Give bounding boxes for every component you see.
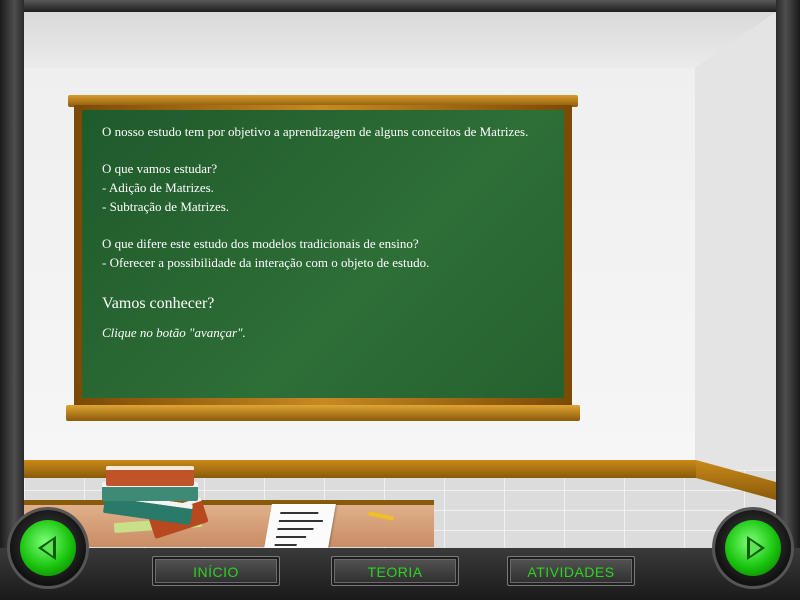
back-button[interactable] — [20, 520, 76, 576]
blackboard-chalk-tray — [66, 405, 580, 421]
question-study-topics: O que vamos estudar? — [102, 161, 218, 176]
forward-button[interactable] — [725, 520, 781, 576]
window-frame-top — [0, 0, 800, 12]
question-difference: O que difere este estudo dos modelos tra… — [102, 236, 419, 251]
topic-item: - Adição de Matrizes. — [102, 180, 214, 195]
intro-text: O nosso estudo tem por objetivo a aprend… — [102, 124, 529, 139]
forward-button-housing — [715, 510, 791, 586]
blackboard-text: O nosso estudo tem por objetivo a aprend… — [102, 122, 546, 342]
menu-label: TEORIA — [367, 564, 423, 580]
menu-label: INÍCIO — [193, 564, 239, 580]
window-frame-left — [0, 0, 24, 600]
side-wall — [695, 12, 776, 502]
menu-label: ATIVIDADES — [527, 564, 615, 580]
paper-sheet — [264, 504, 336, 548]
window-frame-right — [776, 0, 800, 600]
menu-button-inicio[interactable]: INÍCIO — [152, 556, 280, 586]
instruction-text: Clique no botão "avançar". — [102, 325, 246, 340]
arrow-right-icon — [747, 536, 765, 560]
classroom-scene: O nosso estudo tem por objetivo a aprend… — [0, 0, 800, 600]
menu-button-atividades[interactable]: ATIVIDADES — [507, 556, 635, 586]
menu-button-teoria[interactable]: TEORIA — [331, 556, 459, 586]
back-button-housing — [10, 510, 86, 586]
topic-item: - Subtração de Matrizes. — [102, 199, 230, 214]
ceiling — [24, 12, 776, 68]
arrow-left-icon — [38, 536, 56, 560]
difference-item: - Oferecer a possibilidade da interação … — [102, 255, 430, 270]
call-to-action: Vamos conhecer? — [102, 295, 215, 312]
